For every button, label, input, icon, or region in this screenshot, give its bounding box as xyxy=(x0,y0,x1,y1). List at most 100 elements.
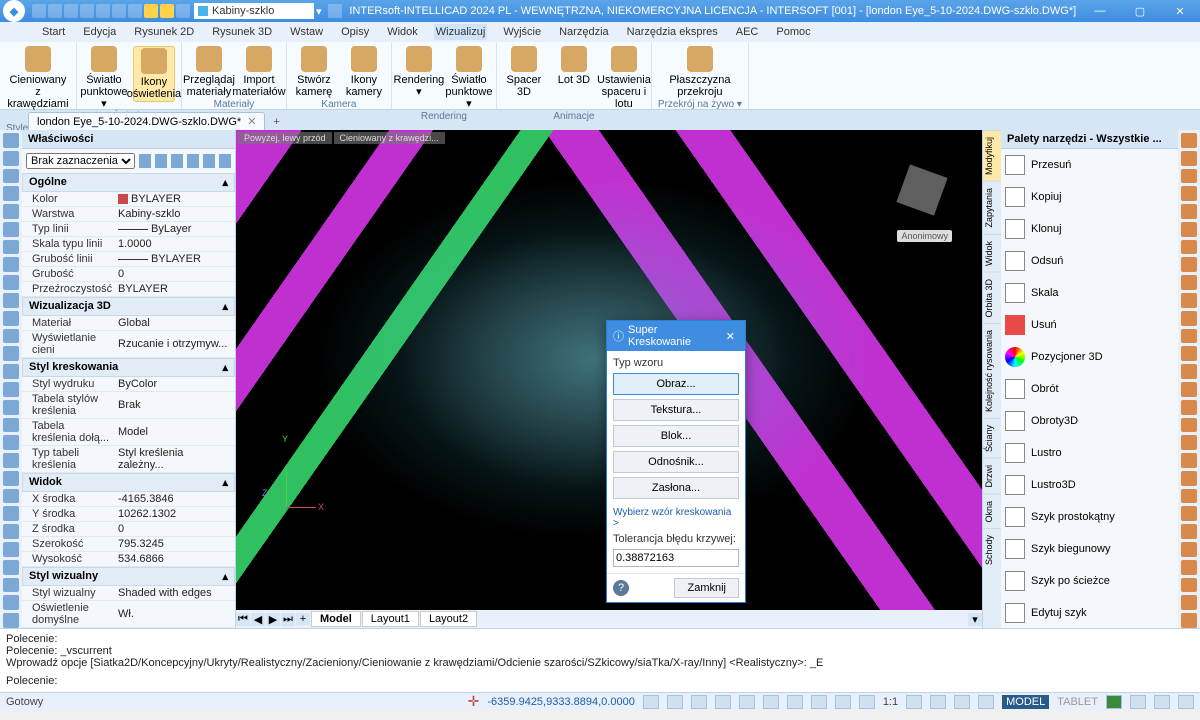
wipeout-button[interactable]: Zasłona... xyxy=(613,477,739,499)
props-section-header[interactable]: Wizualizacja 3D▴ xyxy=(22,297,235,316)
palette-tab[interactable]: Widok xyxy=(983,234,1001,272)
props-section-header[interactable]: Styl kreskowania▴ xyxy=(22,358,235,377)
visual-style-label[interactable]: Cieniowany z krawędzi... xyxy=(334,132,445,144)
maximize-button[interactable]: ▢ xyxy=(1120,0,1160,22)
document-tab[interactable]: london Eye_5-10-2024.DWG-szklo.DWG* ✕ xyxy=(28,112,265,130)
props-row[interactable]: Skala typu linii1.0000 xyxy=(22,237,235,252)
tab-nav-last-icon[interactable]: ⏭ xyxy=(281,613,295,626)
props-value[interactable]: 0 xyxy=(114,522,235,536)
props-value[interactable]: -4165.3846 xyxy=(114,492,235,506)
ribbon-item[interactable]: Ikony oświetlenia xyxy=(133,46,175,102)
ortho-toggle[interactable] xyxy=(691,695,707,709)
props-value[interactable]: 534.6866 xyxy=(114,552,235,566)
palette-item[interactable]: Obroty3D xyxy=(1001,405,1178,437)
document-tab-close-icon[interactable]: ✕ xyxy=(247,115,256,128)
ribbon-item[interactable]: Cieniowany z krawędziami ▾ xyxy=(17,46,59,122)
tool-icon[interactable] xyxy=(1181,329,1197,344)
tool-icon[interactable] xyxy=(3,311,19,326)
tool-icon[interactable] xyxy=(1181,311,1197,326)
qat-undo-icon[interactable] xyxy=(96,4,110,18)
help-icon[interactable]: ? xyxy=(613,580,629,596)
tool-icon[interactable] xyxy=(1181,257,1197,272)
tool-icon[interactable] xyxy=(3,364,19,379)
ribbon-item[interactable]: Import materiałów xyxy=(238,46,280,98)
tool-icon[interactable] xyxy=(3,240,19,255)
tool-icon[interactable] xyxy=(1181,542,1197,557)
crosshair-icon[interactable]: ✛ xyxy=(468,693,480,710)
tool-icon[interactable] xyxy=(3,293,19,308)
props-section-header[interactable]: Ogólne▴ xyxy=(22,173,235,192)
tool-icon[interactable] xyxy=(3,329,19,344)
props-value[interactable]: BYLAYER xyxy=(114,192,235,206)
ribbon-item[interactable]: Stwórz kamerę xyxy=(293,46,335,98)
props-row[interactable]: Szerokość795.3245 xyxy=(22,537,235,552)
tool-icon[interactable] xyxy=(3,382,19,397)
tool-icon[interactable] xyxy=(3,613,19,628)
menu-wstaw[interactable]: Wstaw xyxy=(288,24,325,40)
tool-icon[interactable] xyxy=(1181,204,1197,219)
tool-icon[interactable] xyxy=(1181,595,1197,610)
qat-extra-icon[interactable] xyxy=(328,4,342,18)
tab-nav-next-icon[interactable]: ▶ xyxy=(266,613,280,626)
palette-item[interactable]: Lustro xyxy=(1001,437,1178,469)
props-row[interactable]: Typ tabeli kreśleniaStyl kreślenia zależ… xyxy=(22,446,235,473)
tab-nav-add-icon[interactable]: + xyxy=(296,613,310,625)
qat-layer-icon[interactable] xyxy=(176,4,190,18)
props-row[interactable]: Z środka0 xyxy=(22,522,235,537)
props-value[interactable]: 1.0000 xyxy=(114,237,235,251)
dialog-close-icon[interactable]: ✕ xyxy=(722,330,739,343)
tool-icon[interactable] xyxy=(1181,346,1197,361)
qat-sun-icon[interactable] xyxy=(160,4,174,18)
palette-item[interactable]: Szyk po ścieżce xyxy=(1001,565,1178,597)
tool-icon[interactable] xyxy=(1181,222,1197,237)
ribbon-item[interactable]: Światło punktowe ▾ xyxy=(448,46,490,110)
palette-tab[interactable]: Ściany xyxy=(983,418,1001,458)
close-button[interactable]: ✕ xyxy=(1160,0,1200,22)
qp-toggle[interactable] xyxy=(835,695,851,709)
tool-icon[interactable] xyxy=(1181,435,1197,450)
palette-item[interactable]: Obrót xyxy=(1001,373,1178,405)
ribbon-item[interactable]: Spacer 3D xyxy=(503,46,545,98)
tool-icon[interactable] xyxy=(1181,418,1197,433)
tool-icon[interactable] xyxy=(1181,524,1197,539)
palette-item[interactable]: Szyk prostokątny xyxy=(1001,501,1178,533)
props-row[interactable]: KolorBYLAYER xyxy=(22,192,235,207)
props-row[interactable]: Tabela stylów kreśleniaBrak xyxy=(22,392,235,419)
tool-icon[interactable] xyxy=(3,133,19,148)
props-section-header[interactable]: Widok▴ xyxy=(22,473,235,492)
tool-icon[interactable] xyxy=(1181,506,1197,521)
menu-opisy[interactable]: Opisy xyxy=(339,24,371,40)
annotation-toggle[interactable] xyxy=(906,695,922,709)
qat-save-icon[interactable] xyxy=(64,4,78,18)
props-tool-icon[interactable] xyxy=(203,154,215,168)
select-pattern-link[interactable]: Wybierz wzór kreskowania > xyxy=(613,503,739,533)
tool-icon[interactable] xyxy=(1181,169,1197,184)
palette-tab[interactable]: Schody xyxy=(983,528,1001,571)
qat-redo-icon[interactable] xyxy=(112,4,126,18)
xref-button[interactable]: Odnośnik... xyxy=(613,451,739,473)
menu-narzędzia ekspres[interactable]: Narzędzia ekspres xyxy=(625,24,720,40)
tool-icon[interactable] xyxy=(3,418,19,433)
command-prompt[interactable]: Polecenie: xyxy=(6,675,1194,687)
tool-icon[interactable] xyxy=(3,222,19,237)
props-value[interactable]: Rzucanie i otrzymyw... xyxy=(114,331,235,357)
tool-icon[interactable] xyxy=(1181,275,1197,290)
props-row[interactable]: WarstwaKabiny-szklo xyxy=(22,207,235,222)
tool-icon[interactable] xyxy=(3,400,19,415)
props-tool-icon[interactable] xyxy=(171,154,183,168)
texture-button[interactable]: Tekstura... xyxy=(613,399,739,421)
palette-tab[interactable]: Zapytania xyxy=(983,181,1001,234)
view-label[interactable]: Powyżej, lewy przód xyxy=(238,132,332,144)
props-value[interactable]: Wł. xyxy=(114,601,235,627)
menu-wyjście[interactable]: Wyjście xyxy=(501,24,543,40)
props-value[interactable]: ByColor xyxy=(114,377,235,391)
palette-item[interactable]: Odsuń xyxy=(1001,245,1178,277)
dyn-toggle[interactable] xyxy=(811,695,827,709)
tool-icon[interactable] xyxy=(1181,489,1197,504)
palette-item[interactable]: Lustro3D xyxy=(1001,469,1178,501)
palette-item[interactable]: Klonuj xyxy=(1001,213,1178,245)
ribbon-item[interactable]: Ikony kamery xyxy=(343,46,385,98)
palette-item[interactable]: Przesuń xyxy=(1001,149,1178,181)
menu-narzędzia[interactable]: Narzędzia xyxy=(557,24,611,40)
props-row[interactable]: Tabela kreślenia dołą...Model xyxy=(22,419,235,446)
